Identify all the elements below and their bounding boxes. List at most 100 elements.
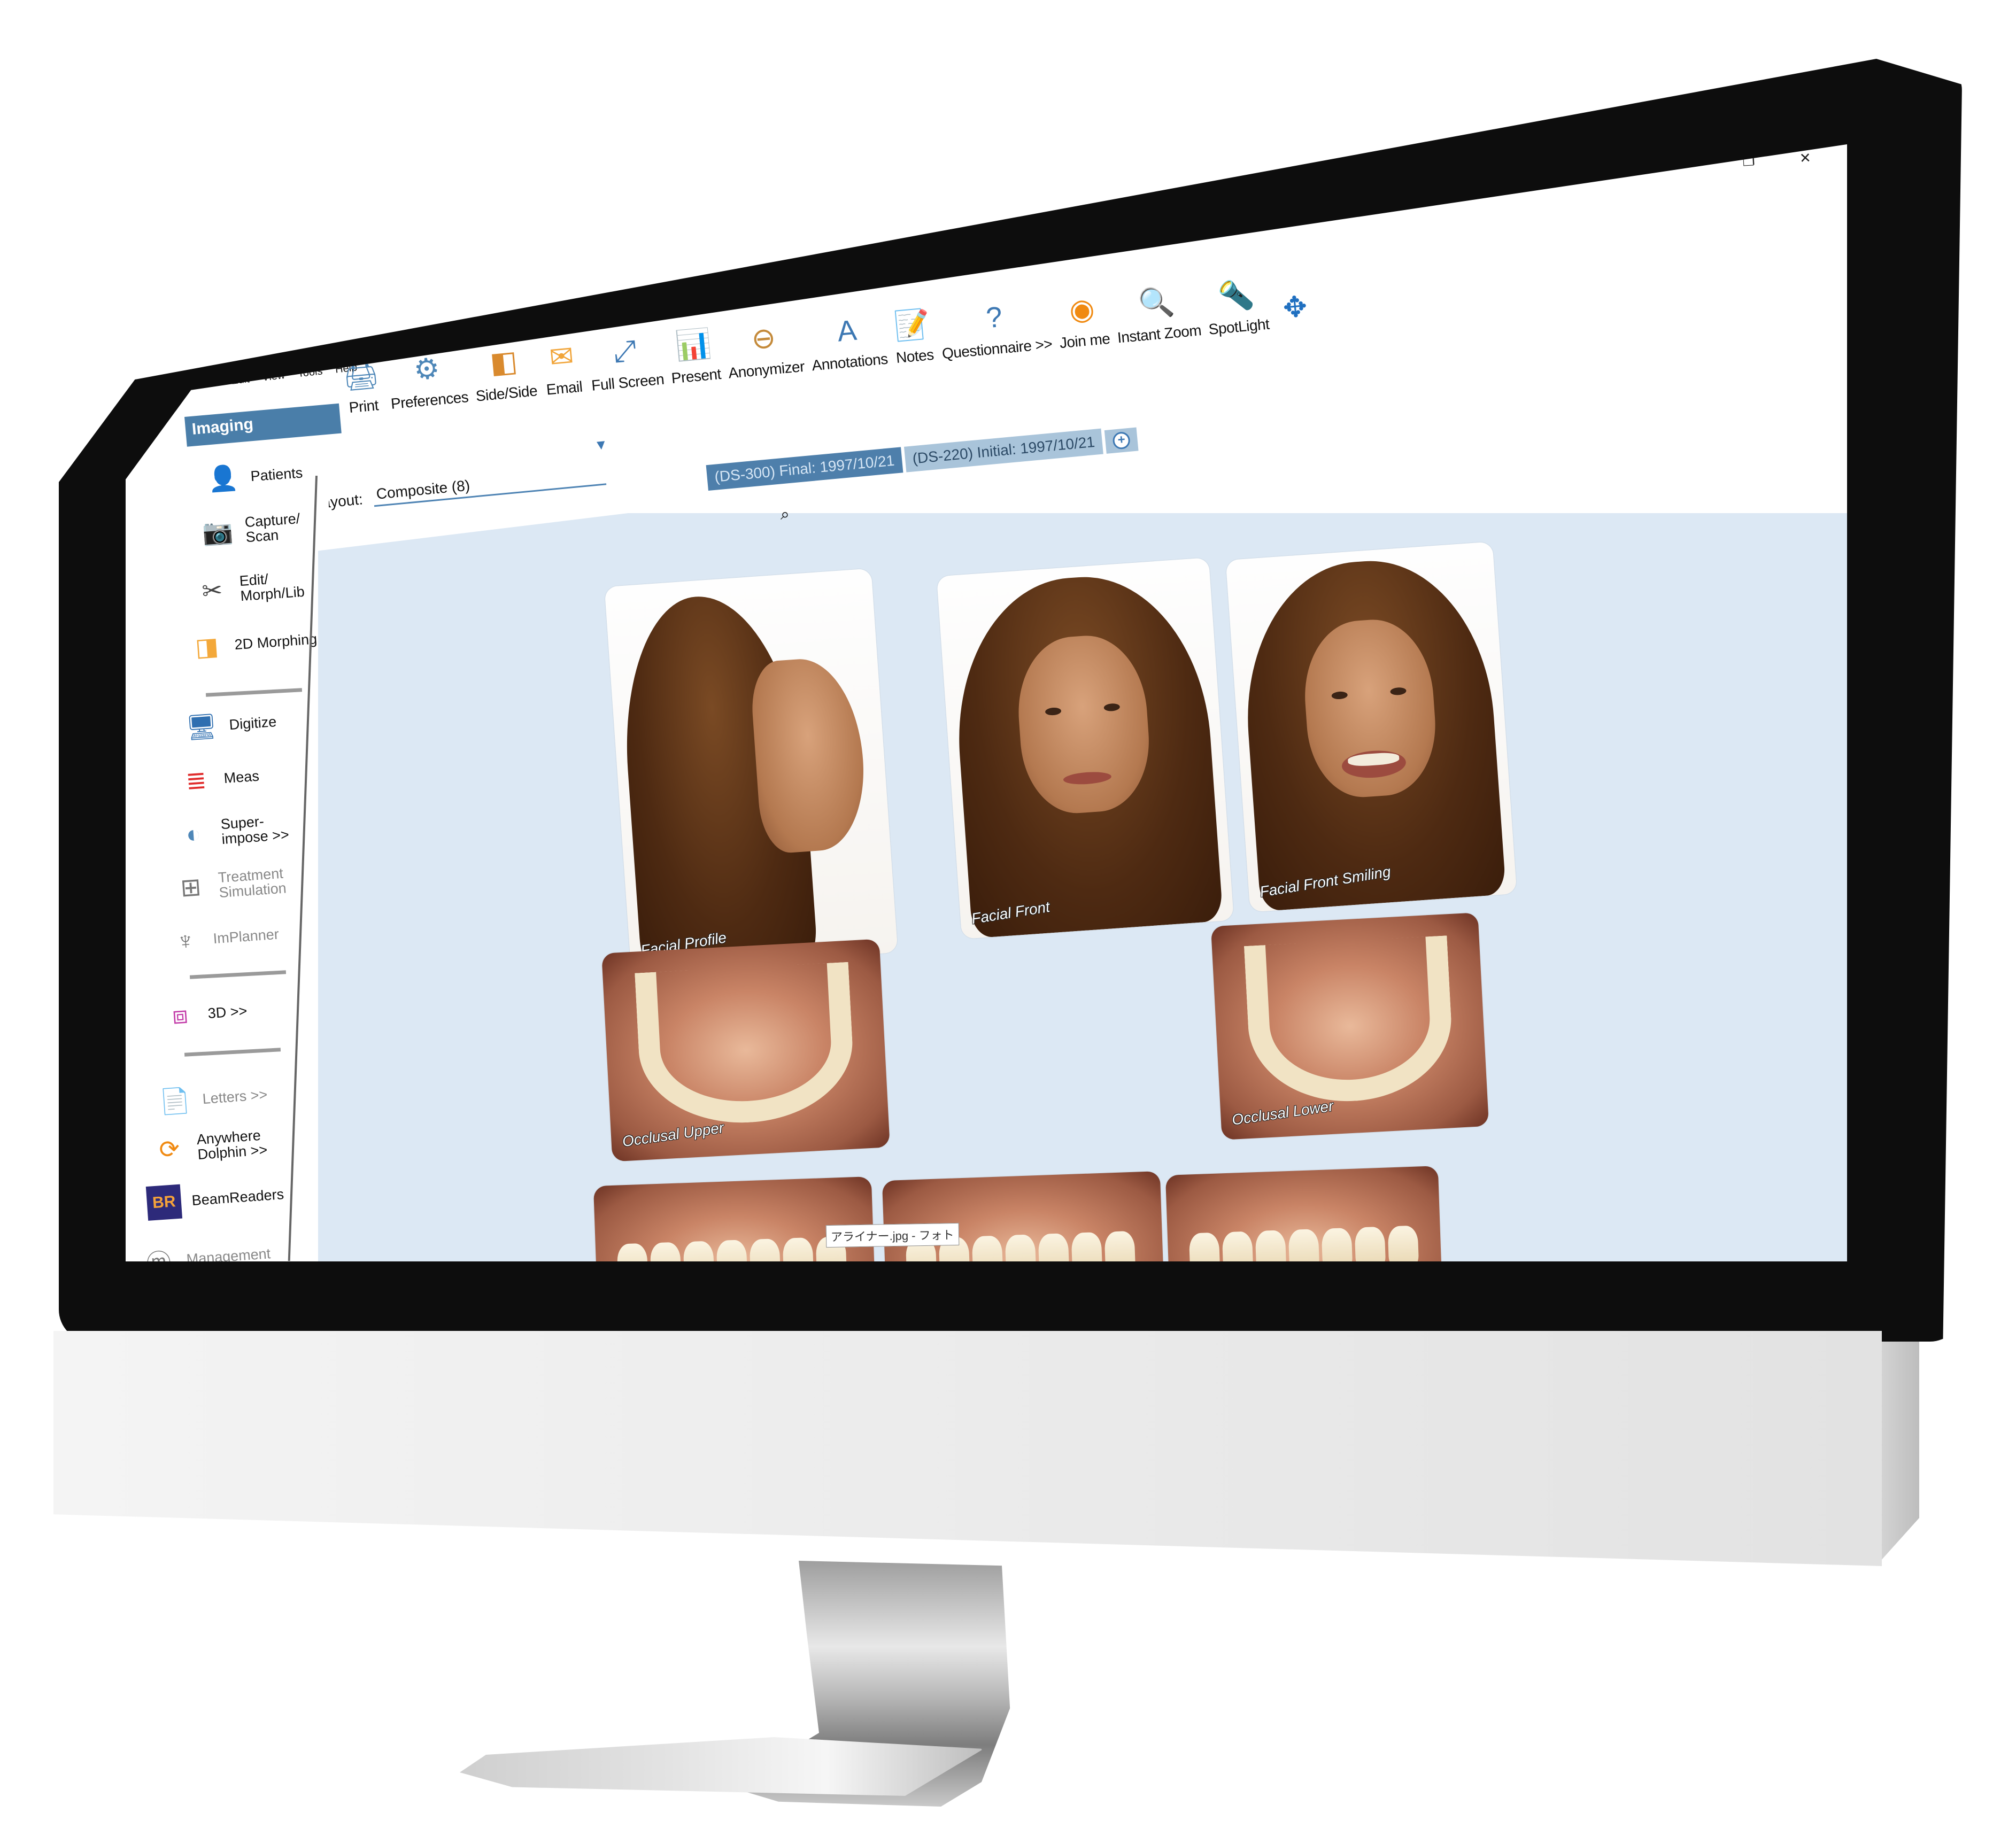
file-tooltip: アライナー.jpg - フォト [825, 1222, 959, 1248]
presentation-icon: 📊 [674, 327, 713, 363]
dolphin-logo-icon [200, 358, 214, 371]
tooth [683, 1241, 715, 1261]
tooth [1387, 1225, 1419, 1261]
anywhere-dolphin-icon: ⟳ [158, 1134, 181, 1164]
sidebar-item-label: Capture/ Scan [244, 510, 301, 546]
menu-view[interactable]: View [261, 369, 285, 384]
toolbar-label: Join me [1059, 330, 1111, 352]
magnifier-icon[interactable]: ⌕ [781, 506, 790, 524]
layout-value: Composite (8) [375, 477, 471, 502]
full-screen-button[interactable]: ⤢ Full Screen [587, 328, 665, 394]
notes-button[interactable]: 📝 Notes [891, 304, 936, 367]
sidebar-item-anywhere-dolphin[interactable]: ⟳ Anywhere Dolphin >> [151, 1125, 268, 1167]
photo-facial-front-smiling[interactable]: Facial Front Smiling [1225, 541, 1517, 912]
layout-dropdown[interactable]: Composite (8) ▼ [372, 436, 608, 507]
timepoint-tabs: (DS-300) Final: 1997/10/21 (DS-220) Init… [706, 425, 1139, 491]
dental-arch [635, 962, 856, 1128]
tooth [1222, 1231, 1254, 1261]
photo-intraoral-left[interactable]: Intraoral Left [1165, 1166, 1444, 1261]
toolbar-label: Annotations [811, 350, 889, 374]
print-button[interactable]: 🖨 Print [339, 354, 384, 417]
sidebar-separator [184, 1048, 281, 1057]
photo-occlusal-lower[interactable]: Occlusal Lower [1210, 912, 1489, 1140]
annotations-button[interactable]: A Annotations [807, 308, 889, 374]
patient-icon: 👤 [206, 463, 240, 493]
sidebar-item-super-impose[interactable]: ◐ Super- impose >> [175, 810, 290, 851]
letters-icon: 📄 [158, 1086, 191, 1116]
printer-icon: 🖨 [341, 357, 381, 393]
teeth-row [1188, 1225, 1419, 1261]
photo-intraoral-center[interactable]: Intraoral Center [882, 1171, 1166, 1261]
photo-intraoral-right[interactable]: Intraoral Right [593, 1176, 877, 1261]
toolbar-buttons: 🖨 Print ⚙ Preferences ◧ Side/Side ✉ Email ⤢ Full … [339, 269, 1317, 417]
tab-timepoint-initial[interactable]: (DS-220) Initial: 1997/10/21 [903, 428, 1104, 472]
sidebar-item-label: ImPlanner [212, 926, 280, 947]
screen: — ❐ ✕ Dolphin Imaging 11.95 Premium - Do… [126, 144, 1847, 1261]
sidebar-item-treatment-simulation[interactable]: ⊞ Treatment Simulation [173, 863, 287, 905]
sidebar-item-beamreaders[interactable]: BR BeamReaders [145, 1177, 285, 1221]
sidebar-item-label: Treatment Simulation [217, 865, 287, 901]
menu-file[interactable]: File [200, 377, 219, 391]
camera-icon: 📷 [201, 516, 234, 547]
sidebar-item-3d[interactable]: ⧈ 3D >> [162, 994, 249, 1034]
sidebar-item-label: Meas [223, 768, 260, 786]
toolbar-label: Instant Zoom [1116, 322, 1202, 346]
questionnaire-icon: ? [985, 300, 1004, 335]
photo-facial-profile[interactable]: Facial Profile [604, 568, 898, 971]
side-side-button[interactable]: ◧ Side/Side [471, 340, 538, 405]
monitor-stand-base [460, 1737, 984, 1796]
spotlight-button[interactable]: 🔦 SpotLight [1204, 273, 1270, 338]
sidebar-item-label: 3D >> [207, 1002, 248, 1021]
pan-button[interactable]: ✥ [1273, 286, 1317, 332]
sidebar-item-meas[interactable]: ≣ Meas [178, 759, 260, 799]
photo-facial-front[interactable]: Facial Front [936, 557, 1234, 939]
sidebar-item-digitize[interactable]: 🖥 Digitize [183, 704, 278, 745]
photo-caption: Occlusal Upper [621, 1119, 725, 1150]
toolbar-label: Side/Side [475, 382, 538, 405]
preferences-button[interactable]: ⚙ Preferences [386, 346, 469, 413]
sidebar-item-letters[interactable]: 📄 Letters >> [157, 1078, 269, 1119]
notes-icon: 📝 [892, 307, 932, 343]
email-button[interactable]: ✉ Email [540, 336, 585, 399]
sidebar-item-label: Letters >> [202, 1086, 268, 1107]
toolbar-divider [330, 144, 1847, 265]
questionnaire-button[interactable]: ? Questionnaire >> [937, 293, 1053, 362]
anonymizer-button[interactable]: ⊖ Anonymizer [724, 315, 805, 382]
sidebar-item-2d-morphing[interactable]: ◨ 2D Morphing [189, 622, 318, 664]
menu-tools[interactable]: Tools [297, 365, 323, 380]
close-button[interactable]: ✕ [1795, 150, 1816, 167]
cube-icon: ⧈ [171, 1000, 189, 1029]
sidebar-item-label: BeamReaders [191, 1186, 285, 1208]
toolbar-label: Notes [895, 346, 934, 367]
toolbar-label: SpotLight [1208, 315, 1270, 338]
plus-icon: + [1112, 431, 1131, 450]
toolbar-label: Preferences [390, 388, 469, 413]
sidebar-item-capture-scan[interactable]: 📷 Capture/ Scan [199, 509, 302, 550]
annotations-icon: A [836, 314, 858, 348]
menu-edit[interactable]: Edit [230, 373, 250, 388]
tab-timepoint-final[interactable]: (DS-300) Final: 1997/10/21 [706, 447, 903, 491]
join-me-button[interactable]: ◉ Join me [1055, 288, 1111, 352]
present-button[interactable]: 📊 Present [667, 323, 722, 387]
tooth [1188, 1232, 1221, 1261]
toolbar-label: Email [545, 378, 583, 398]
instant-zoom-button[interactable]: 🔍 Instant Zoom [1113, 280, 1202, 347]
tooth [782, 1237, 814, 1261]
photo-caption: Occlusal Lower [1231, 1097, 1335, 1128]
sidebar-item-edit-morph-lib[interactable]: ✂ Edit/ Morph/Lib [194, 567, 305, 609]
chevron-down-icon[interactable]: ▼ [593, 436, 609, 454]
tooth [1255, 1230, 1287, 1261]
toolbar-label: Full Screen [591, 370, 665, 394]
tooth [971, 1235, 1003, 1261]
photo-occlusal-upper[interactable]: Occlusal Upper [601, 939, 890, 1162]
management-icon: ⓜ [141, 1243, 177, 1261]
sidebar-item-label: Digitize [228, 713, 277, 733]
sidebar-item-label: 2D Morphing [234, 631, 318, 653]
sidebar-item-implanner[interactable]: ♆ ImPlanner [167, 917, 280, 959]
scissors-icon: ✂ [200, 576, 223, 606]
sidebar-item-management[interactable]: ⓜ Management [141, 1236, 272, 1261]
add-timepoint-button[interactable]: + [1104, 427, 1139, 454]
email-icon: ✉ [548, 339, 575, 374]
sidebar-item-patients[interactable]: 👤 Patients [205, 455, 304, 497]
morphing-icon: ◨ [194, 632, 220, 662]
